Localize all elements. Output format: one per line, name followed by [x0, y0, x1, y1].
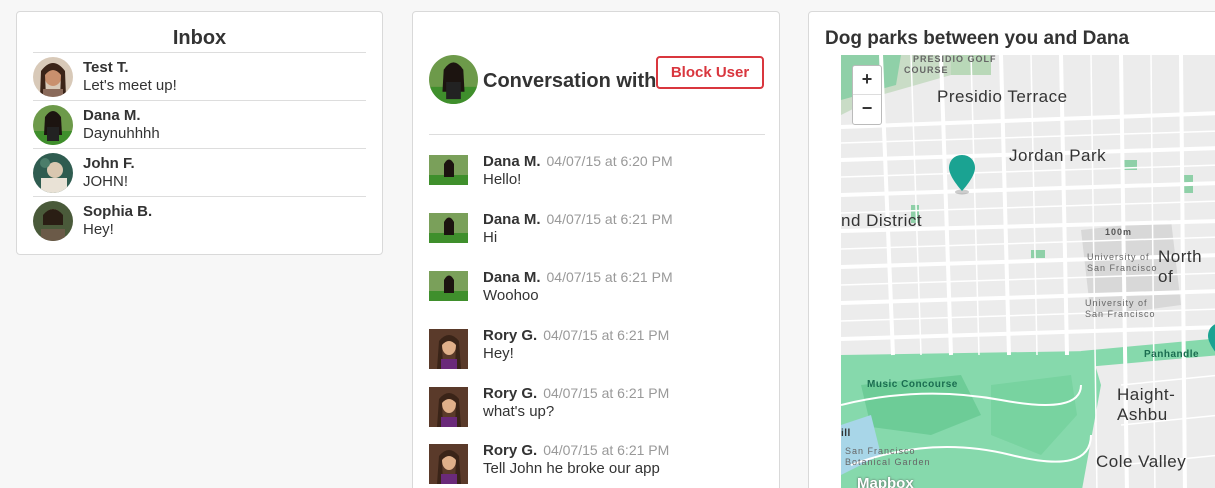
message: Dana M. 04/07/15 at 6:21 PM Hi: [429, 211, 765, 257]
message-sender: Rory G.: [483, 442, 538, 459]
message-time: 04/07/15 at 6:21 PM: [543, 442, 670, 458]
message-sender: Rory G.: [483, 385, 538, 402]
message-sender: Dana M.: [483, 153, 541, 170]
inbox-item-name: Test T.: [83, 59, 129, 76]
avatar: [429, 329, 468, 369]
message-time: 04/07/15 at 6:21 PM: [543, 385, 670, 401]
map-label: Cole Valley: [1096, 452, 1187, 471]
message-text: Woohoo: [483, 287, 539, 304]
message-time: 04/07/15 at 6:20 PM: [546, 153, 673, 169]
message: Dana M. 04/07/15 at 6:20 PM Hello!: [429, 153, 765, 199]
inbox-item-name: John F.: [83, 155, 135, 172]
map-label: Music Concourse: [867, 379, 958, 390]
map-label: University of: [1085, 298, 1148, 308]
map-label: COURSE: [904, 65, 949, 75]
inbox-item-name: Dana M.: [83, 107, 141, 124]
map-label: Botanical Garden: [845, 457, 931, 467]
map-label: 100m: [1105, 227, 1133, 237]
inbox-panel: Inbox Test T. Let's meet up! Dana M. Day…: [16, 11, 383, 255]
inbox-item-name: Sophia B.: [83, 203, 153, 220]
map-label: San Francisco: [1085, 309, 1156, 319]
map-label: ill: [841, 428, 851, 439]
map-marker-icon[interactable]: [948, 155, 976, 195]
message-text: Hey!: [483, 345, 514, 362]
message-time: 04/07/15 at 6:21 PM: [546, 269, 673, 285]
inbox-item-preview: Let's meet up!: [83, 77, 177, 94]
message-sender: Dana M.: [483, 269, 541, 286]
map-label: Jordan Park: [1009, 146, 1107, 165]
message-text: Tell John he broke our app: [483, 460, 660, 477]
map-label: Presidio Terrace: [937, 87, 1068, 106]
zoom-in-button[interactable]: +: [853, 66, 881, 95]
inbox-item[interactable]: John F. JOHN!: [33, 149, 366, 197]
map[interactable]: + − PRESIDIO GOLF COURSE Presidio Terrac…: [841, 55, 1215, 488]
map-marker-icon[interactable]: [1207, 323, 1215, 363]
map-label: PRESIDIO GOLF: [913, 55, 997, 64]
message-text: Hello!: [483, 171, 522, 188]
avatar: [33, 105, 73, 145]
zoom-control: + −: [852, 65, 882, 125]
inbox-title: Inbox: [33, 26, 366, 53]
avatar: [429, 155, 468, 185]
message: Dana M. 04/07/15 at 6:21 PM Woohoo: [429, 269, 765, 315]
avatar: [429, 387, 468, 427]
message-text: what's up?: [483, 403, 555, 420]
message-sender: Rory G.: [483, 327, 538, 344]
map-label: San Francisco: [1087, 263, 1158, 273]
avatar: [429, 271, 468, 301]
map-label: nd District: [841, 211, 923, 230]
message-time: 04/07/15 at 6:21 PM: [546, 211, 673, 227]
avatar: [429, 213, 468, 243]
inbox-item-preview: Daynuhhhh: [83, 125, 160, 142]
divider: [429, 134, 765, 135]
message-time: 04/07/15 at 6:21 PM: [543, 327, 670, 343]
map-title: Dog parks between you and Dana: [825, 28, 1130, 49]
inbox-item[interactable]: Test T. Let's meet up!: [33, 53, 366, 101]
inbox-item-preview: JOHN!: [83, 173, 128, 190]
mapbox-logo: Mapbox: [857, 475, 914, 488]
message: Rory G. 04/07/15 at 6:21 PM Tell John he …: [429, 442, 765, 488]
message: Rory G. 04/07/15 at 6:21 PM what's up?: [429, 385, 765, 431]
message: Rory G. 04/07/15 at 6:21 PM Hey!: [429, 327, 765, 373]
message-sender: Dana M.: [483, 211, 541, 228]
map-panel: Dog parks between you and Dana + − PRESI…: [808, 11, 1215, 488]
map-label: Haight-Ashbu: [1117, 385, 1176, 424]
message-text: Hi: [483, 229, 498, 246]
avatar: [33, 201, 73, 241]
map-label: University of: [1087, 252, 1150, 262]
map-label: Panhandle: [1144, 349, 1200, 360]
avatar: [33, 57, 73, 97]
map-label: San Francisco: [845, 446, 916, 456]
inbox-item[interactable]: Sophia B. Hey!: [33, 197, 366, 245]
avatar: [429, 444, 468, 484]
avatar: [33, 153, 73, 193]
map-label: North of: [1158, 247, 1203, 286]
inbox-item-preview: Hey!: [83, 221, 114, 238]
inbox-item[interactable]: Dana M. Daynuhhhh: [33, 101, 366, 149]
block-user-button[interactable]: Block User: [656, 56, 764, 89]
conversation-panel: Conversation with Dana M. Block User Dan…: [412, 11, 780, 488]
zoom-out-button[interactable]: −: [853, 95, 881, 124]
